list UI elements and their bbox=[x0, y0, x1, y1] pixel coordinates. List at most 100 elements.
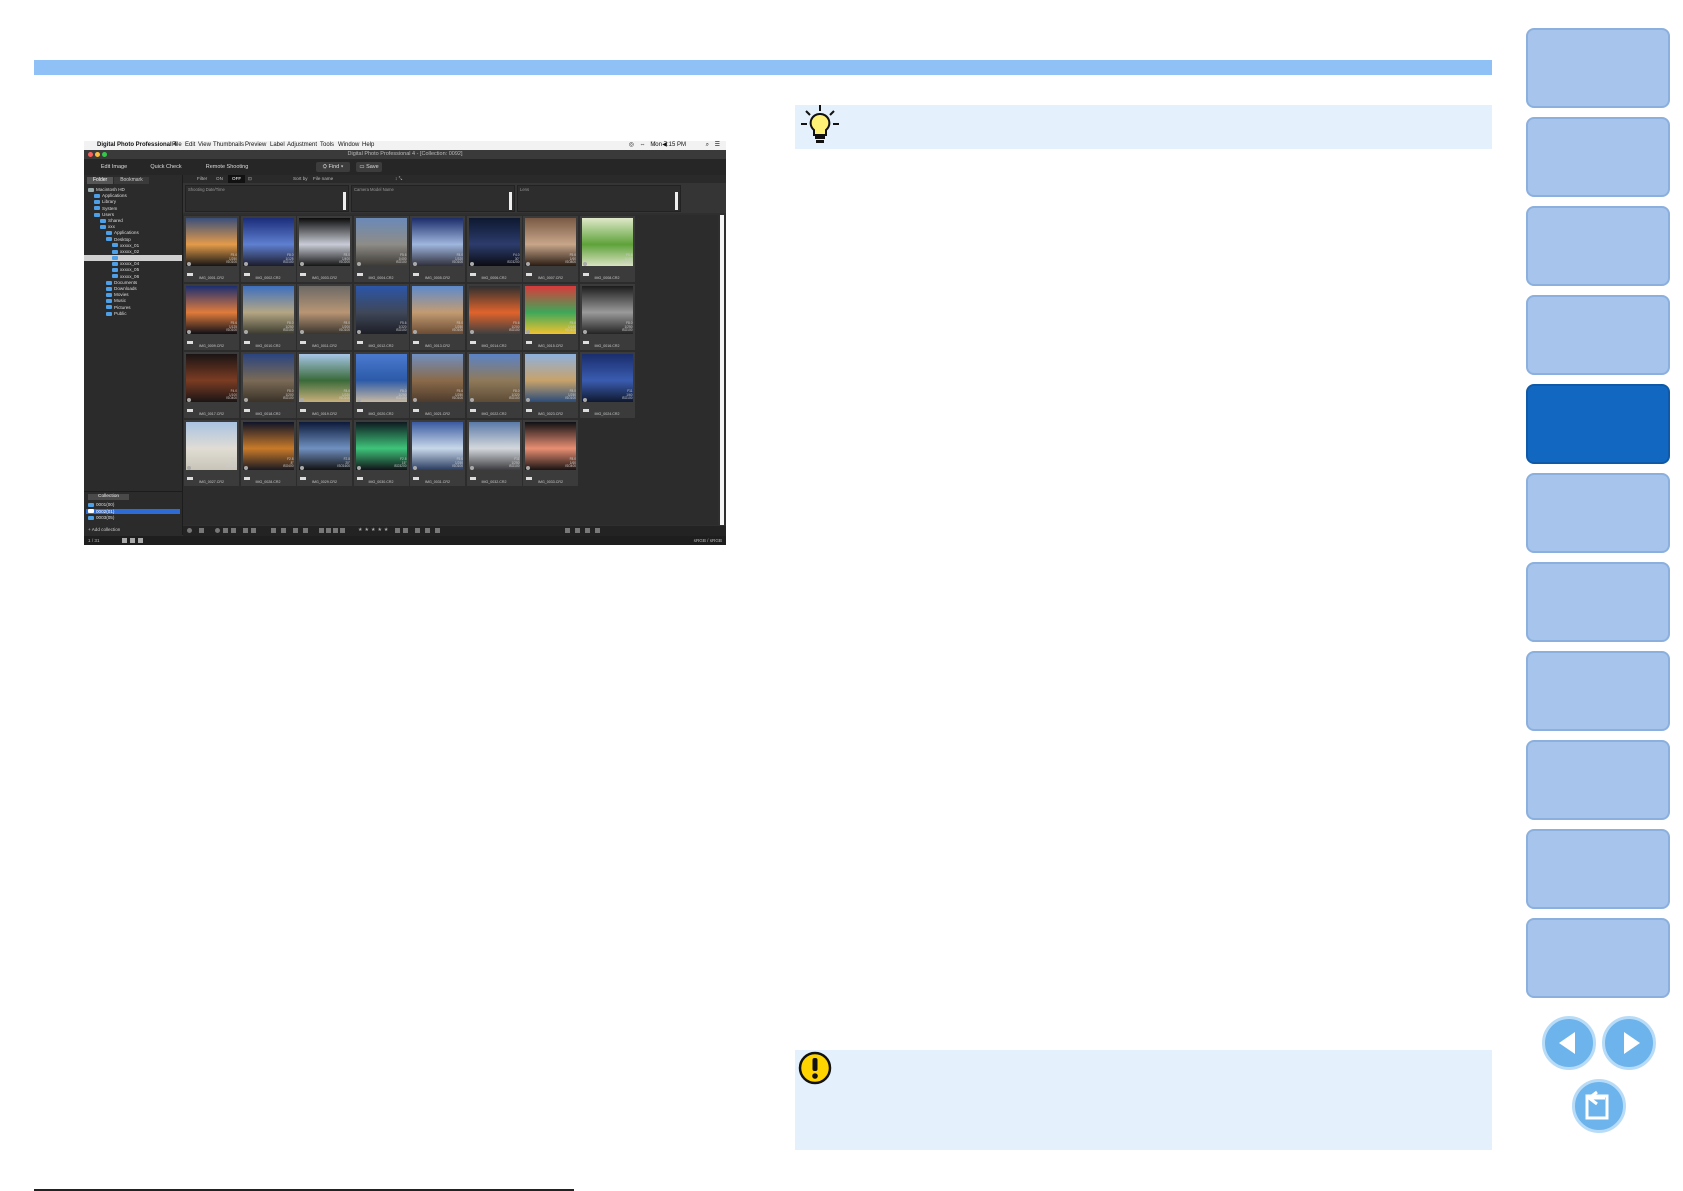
list-view-icon[interactable] bbox=[251, 528, 256, 533]
fit-view-icon[interactable] bbox=[575, 528, 580, 533]
nav-tab[interactable] bbox=[1526, 918, 1670, 998]
nav-tab[interactable] bbox=[1526, 206, 1670, 286]
nav-tab[interactable] bbox=[1526, 829, 1670, 909]
filter-column[interactable]: Lens bbox=[517, 185, 681, 212]
filter-column-scrollbar[interactable] bbox=[675, 192, 678, 210]
fit-view-icon[interactable] bbox=[565, 528, 570, 533]
find-button[interactable]: ⛭ Find ▾ bbox=[316, 162, 350, 172]
grid-view-icon[interactable] bbox=[303, 528, 308, 533]
display-mode-icon[interactable] bbox=[223, 528, 228, 533]
check-mark-icon[interactable] bbox=[469, 330, 474, 334]
check-mark-icon[interactable] bbox=[300, 262, 304, 266]
thumbnail-item[interactable]: F8.0 1/320 ISO100 IMG_0019.CR2 bbox=[297, 352, 352, 418]
check-mark-icon[interactable] bbox=[243, 398, 248, 402]
layout-single-icon[interactable] bbox=[130, 538, 135, 543]
check-mark-icon[interactable] bbox=[413, 330, 417, 334]
thumbnail-item[interactable]: F4.0 1/100 ISO400 IMG_0017.CR2 bbox=[184, 352, 239, 418]
save-button[interactable]: ▭ Save bbox=[356, 162, 382, 172]
filter-column-scrollbar[interactable] bbox=[343, 192, 346, 210]
check-mark-icon[interactable] bbox=[187, 330, 191, 334]
thumbnail-size-icon[interactable] bbox=[281, 528, 286, 533]
check-mark-icon[interactable] bbox=[356, 262, 361, 266]
thumbnail-item[interactable]: F8.0 1/250 ISO100 IMG_0020.CR2 bbox=[353, 352, 409, 418]
thumbnail-item[interactable]: F8.0 1/320 ISO100 IMG_0022.CR2 bbox=[466, 352, 522, 418]
filter-column[interactable]: Camera Model Name bbox=[351, 185, 515, 212]
check-mark-icon[interactable] bbox=[413, 262, 417, 266]
thumbnail-item[interactable]: F5.6 1/320 ISO100 IMG_0012.CR2 bbox=[353, 284, 409, 350]
menu-help[interactable]: Help bbox=[362, 141, 374, 150]
menu-file[interactable]: File bbox=[172, 141, 182, 150]
menu-adjustment[interactable]: Adjustment bbox=[287, 141, 317, 150]
collection-item[interactable]: 0002(01) bbox=[86, 508, 180, 515]
filter-column-scrollbar[interactable] bbox=[509, 192, 512, 210]
thumbnail-grid-scrollbar[interactable] bbox=[720, 215, 724, 525]
send-icon[interactable] bbox=[435, 528, 440, 533]
menu-thumbnails[interactable]: Thumbnails bbox=[213, 141, 244, 150]
sort-direction-icon[interactable]: ↕ ⤡ bbox=[395, 175, 402, 183]
thumbnail-item[interactable]: F8.0 1/250 ISO100 IMG_0023.CR2 bbox=[523, 352, 578, 418]
thumbnail-item[interactable]: F5.6 1/400 ISO100 IMG_0004.CR2 bbox=[353, 216, 409, 282]
nav-tab[interactable] bbox=[1526, 740, 1670, 820]
layout-split-icon[interactable] bbox=[138, 538, 143, 543]
thumbnail-item[interactable]: F5.6 1/250 ISO100 IMG_0031.CR2 bbox=[410, 420, 465, 486]
zoom-in-icon[interactable] bbox=[425, 528, 430, 533]
nav-tab[interactable] bbox=[1526, 28, 1670, 108]
thumbnail-item[interactable]: F5.6 1/160 ISO100 IMG_0015.CR2 bbox=[523, 284, 578, 350]
menu-label[interactable]: Label bbox=[270, 141, 285, 150]
nav-tab[interactable] bbox=[1526, 473, 1670, 553]
check-mark-icon[interactable] bbox=[187, 398, 191, 402]
check-mark-icon[interactable] bbox=[243, 466, 248, 470]
nav-tab[interactable] bbox=[1526, 295, 1670, 375]
collection-item[interactable]: 0001(00) bbox=[86, 502, 180, 508]
check-mark-icon[interactable] bbox=[243, 330, 248, 334]
check-mark-icon[interactable] bbox=[187, 466, 191, 470]
check-mark-4-icon[interactable] bbox=[340, 528, 345, 533]
display-mode-icon[interactable] bbox=[231, 528, 236, 533]
check-mark-icon[interactable] bbox=[582, 262, 587, 266]
add-collection-button[interactable]: + Add collection bbox=[88, 527, 120, 532]
thumbnail-item[interactable]: F11 1/60 ISO100 IMG_0024.CR2 bbox=[579, 352, 635, 418]
collection-item[interactable]: 0003(05) bbox=[86, 515, 180, 521]
thumbnail-item[interactable]: F8.0 1/320 ISO100 IMG_0027.CR2 bbox=[184, 420, 239, 486]
thumbnail-item[interactable]: F8.0 1/250 ISO100 IMG_0013.CR2 bbox=[410, 284, 465, 350]
check-mark-icon[interactable] bbox=[413, 466, 417, 470]
fit-view-icon[interactable] bbox=[595, 528, 600, 533]
menu-preview[interactable]: Preview bbox=[245, 141, 266, 150]
thumbnail-item[interactable]: F8.0 1/125 ISO100 IMG_0002.CR2 bbox=[240, 216, 296, 282]
check-mark-2-icon[interactable] bbox=[326, 528, 331, 533]
thumbnail-item[interactable]: F8.0 1/60 ISO400 IMG_0033.CR2 bbox=[523, 420, 578, 486]
check-mark-icon[interactable] bbox=[526, 262, 530, 266]
check-mark-icon[interactable] bbox=[526, 330, 530, 334]
check-mark-icon[interactable] bbox=[187, 262, 191, 266]
thumbnail-item[interactable]: F2.8 8" ISO400 IMG_0028.CR2 bbox=[240, 420, 296, 486]
minimize-window-icon[interactable] bbox=[95, 152, 100, 157]
thumbnail-item[interactable]: F5.6 1/60 ISO800 IMG_0007.CR2 bbox=[523, 216, 578, 282]
check-mark-3-icon[interactable] bbox=[333, 528, 338, 533]
thumbnail-item[interactable]: F8.0 1/400 ISO200 IMG_0003.CR2 bbox=[297, 216, 352, 282]
thumbnail-item[interactable]: F5.6 1/250 ISO100 IMG_0021.CR2 bbox=[410, 352, 465, 418]
thumbnail-item[interactable]: F5.6 1/125 ISO100 IMG_0009.CR2 bbox=[184, 284, 239, 350]
menu-tools[interactable]: Tools bbox=[320, 141, 334, 150]
check-mark-icon[interactable] bbox=[300, 330, 304, 334]
check-mark-icon[interactable] bbox=[243, 262, 248, 266]
close-window-icon[interactable] bbox=[88, 152, 93, 157]
menu-edit[interactable]: Edit bbox=[185, 141, 195, 150]
zoom-out-icon[interactable] bbox=[415, 528, 420, 533]
grid-view-icon[interactable] bbox=[293, 528, 298, 533]
folder-tree-item[interactable]: Public bbox=[84, 311, 182, 317]
thumbnail-item[interactable]: F11 1/250 ISO100 IMG_0032.CR2 bbox=[466, 420, 522, 486]
check-mark-icon[interactable] bbox=[526, 466, 530, 470]
filter-lock-icon[interactable]: ⊡ bbox=[248, 175, 252, 183]
reject-icon[interactable] bbox=[403, 528, 408, 533]
thumbnail-item[interactable]: F2.8 20" ISO1600 IMG_0029.CR2 bbox=[297, 420, 352, 486]
thumbnail-size-icon[interactable] bbox=[271, 528, 276, 533]
check-mark-icon[interactable] bbox=[356, 466, 361, 470]
thumbnail-item[interactable]: F5.6 1/100 ISO400 IMG_0008.CR2 bbox=[579, 216, 635, 282]
filter-on-toggle[interactable]: ON bbox=[216, 175, 223, 183]
zoom-window-icon[interactable] bbox=[102, 152, 107, 157]
check-mark-icon[interactable] bbox=[413, 398, 417, 402]
thumbnail-item[interactable]: F8.0 1/200 ISO100 IMG_0011.CR2 bbox=[297, 284, 352, 350]
check-mark-1-icon[interactable] bbox=[319, 528, 324, 533]
check-mark-icon[interactable] bbox=[582, 330, 587, 334]
thumbnail-item[interactable]: F8.0 1/250 ISO100 IMG_0016.CR2 bbox=[579, 284, 635, 350]
